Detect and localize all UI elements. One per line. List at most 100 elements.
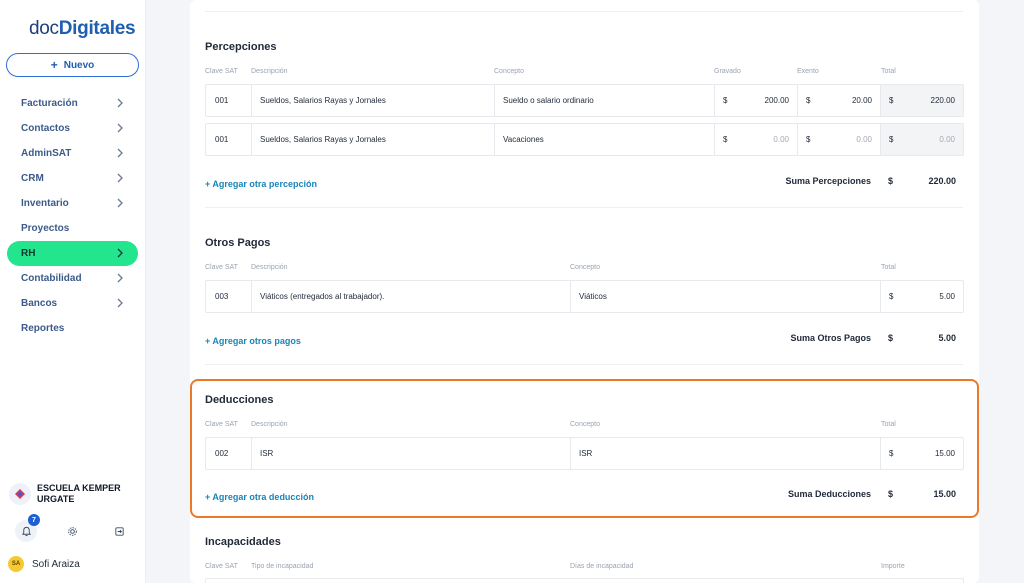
col-head-descripcion: Descripción xyxy=(251,264,288,271)
sidebar-item-label: Contactos xyxy=(21,123,70,134)
col-head-total: Total xyxy=(881,68,896,75)
payroll-card: Percepciones Clave SAT Descripción Conce… xyxy=(190,0,979,583)
user-profile[interactable]: SA Sofi Araiza xyxy=(8,556,80,572)
concepto-cell[interactable]: Sueldo o salario ordinario xyxy=(495,85,715,116)
sidebar-item-label: CRM xyxy=(21,173,44,184)
company-logo xyxy=(9,483,31,505)
sidebar-item-crm[interactable]: CRM xyxy=(7,166,138,191)
notifications-button[interactable]: 7 xyxy=(15,514,40,542)
avatar: SA xyxy=(8,556,24,572)
logout-button[interactable] xyxy=(108,520,130,542)
table-row: 003 Viáticos (entregados al trabajador).… xyxy=(205,280,964,313)
table-row xyxy=(205,578,964,583)
sum-otros-pagos-value: 5.00 xyxy=(938,333,956,343)
total-cell: $220.00 xyxy=(881,85,963,116)
sidebar-item-bancos[interactable]: Bancos xyxy=(7,291,138,316)
col-head-total: Total xyxy=(881,421,896,428)
col-head-total: Total xyxy=(881,264,896,271)
sidebar-item-proyectos[interactable]: Proyectos xyxy=(7,216,138,241)
sidebar-item-label: AdminSAT xyxy=(21,148,72,159)
add-otros-pagos-link[interactable]: + Agregar otros pagos xyxy=(205,336,301,346)
sidebar-item-contabilidad[interactable]: Contabilidad xyxy=(7,266,138,291)
concepto-cell[interactable]: Viáticos xyxy=(571,281,881,312)
section-title-percepciones: Percepciones xyxy=(205,41,277,53)
descripcion-cell[interactable]: Viáticos (entregados al trabajador). xyxy=(252,281,571,312)
sum-percepciones-label: Suma Percepciones xyxy=(785,176,871,186)
col-head-tipo: Tipo de incapacidad xyxy=(251,563,314,570)
section-title-incapacidades: Incapacidades xyxy=(205,536,281,548)
clave-sat-cell[interactable]: 002 xyxy=(206,438,252,469)
exento-value: 20.00 xyxy=(851,96,872,105)
currency-symbol: $ xyxy=(889,96,894,105)
concepto-cell[interactable]: Vacaciones xyxy=(495,124,715,155)
sidebar-item-rh[interactable]: RH xyxy=(7,241,138,266)
sum-deducciones-value: 15.00 xyxy=(933,489,956,499)
notification-badge: 7 xyxy=(28,514,40,526)
new-button-label: Nuevo xyxy=(63,59,95,71)
col-head-importe: Importe xyxy=(881,563,905,570)
total-input[interactable]: $15.00 xyxy=(881,438,963,469)
col-head-dias: Días de incapacidad xyxy=(570,563,634,570)
currency-symbol: $ xyxy=(889,135,894,144)
col-head-concepto: Concepto xyxy=(494,68,524,75)
col-head-clave: Clave SAT xyxy=(205,264,238,271)
concepto-cell[interactable]: ISR xyxy=(571,438,881,469)
logout-icon xyxy=(114,526,124,536)
col-head-descripcion: Descripción xyxy=(251,421,288,428)
gravado-value: 0.00 xyxy=(773,135,789,144)
brand-logo[interactable]: docDigitales xyxy=(29,18,136,40)
chevron-right-icon xyxy=(114,147,126,159)
sidebar-item-inventario[interactable]: Inventario xyxy=(7,191,138,216)
total-input[interactable]: $5.00 xyxy=(881,281,963,312)
gear-icon xyxy=(68,526,77,536)
col-head-concepto: Concepto xyxy=(570,421,600,428)
new-button[interactable]: + Nuevo xyxy=(6,53,139,77)
exento-input[interactable]: $0.00 xyxy=(798,124,881,155)
sidebar: docDigitales + Nuevo Facturación Contact… xyxy=(0,0,146,583)
sidebar-item-adminsat[interactable]: AdminSAT xyxy=(7,141,138,166)
descripcion-cell[interactable]: ISR xyxy=(252,438,571,469)
col-head-descripcion: Descripción xyxy=(251,68,288,75)
add-percepcion-link[interactable]: + Agregar otra percepción xyxy=(205,179,317,189)
brand-prefix: doc xyxy=(29,18,59,39)
chevron-right-icon xyxy=(114,247,126,259)
sidebar-item-reportes[interactable]: Reportes xyxy=(7,316,138,341)
total-value: 15.00 xyxy=(934,449,955,458)
company-switcher[interactable]: ESCUELA KEMPER URGATE xyxy=(9,481,139,507)
add-deduccion-link[interactable]: + Agregar otra deducción xyxy=(205,492,314,502)
gravado-input[interactable]: $200.00 xyxy=(715,85,798,116)
total-value: 220.00 xyxy=(930,96,955,105)
plus-icon: + xyxy=(50,58,58,72)
sidebar-item-facturacion[interactable]: Facturación xyxy=(7,91,138,116)
currency-symbol: $ xyxy=(888,333,894,343)
clave-sat-cell[interactable]: 003 xyxy=(206,281,252,312)
table-row: 001 Sueldos, Salarios Rayas y Jornales S… xyxy=(205,84,964,117)
clave-sat-cell[interactable]: 001 xyxy=(206,124,252,155)
col-head-clave: Clave SAT xyxy=(205,563,238,570)
sidebar-item-label: Reportes xyxy=(21,323,65,334)
chevron-right-icon xyxy=(114,297,126,309)
col-head-exento: Exento xyxy=(797,68,819,75)
exento-input[interactable]: $20.00 xyxy=(798,85,881,116)
chevron-right-icon xyxy=(114,97,126,109)
sidebar-actions: 7 xyxy=(15,514,130,542)
gravado-input[interactable]: $0.00 xyxy=(715,124,798,155)
col-head-clave: Clave SAT xyxy=(205,421,238,428)
table-row: 001 Sueldos, Salarios Rayas y Jornales V… xyxy=(205,123,964,156)
clave-sat-cell[interactable]: 001 xyxy=(206,85,252,116)
sidebar-item-contactos[interactable]: Contactos xyxy=(7,116,138,141)
sidebar-item-label: Bancos xyxy=(21,298,58,309)
currency-symbol: $ xyxy=(889,292,894,301)
settings-button[interactable] xyxy=(62,520,84,542)
col-head-gravado: Gravado xyxy=(714,68,741,75)
gravado-value: 200.00 xyxy=(764,96,789,105)
divider xyxy=(205,364,963,365)
company-name: ESCUELA KEMPER URGATE xyxy=(37,483,121,504)
descripcion-cell[interactable]: Sueldos, Salarios Rayas y Jornales xyxy=(252,85,495,116)
currency-symbol: $ xyxy=(806,96,811,105)
bell-icon xyxy=(21,526,31,536)
currency-symbol: $ xyxy=(723,96,728,105)
total-cell: $0.00 xyxy=(881,124,963,155)
divider xyxy=(205,11,963,12)
descripcion-cell[interactable]: Sueldos, Salarios Rayas y Jornales xyxy=(252,124,495,155)
